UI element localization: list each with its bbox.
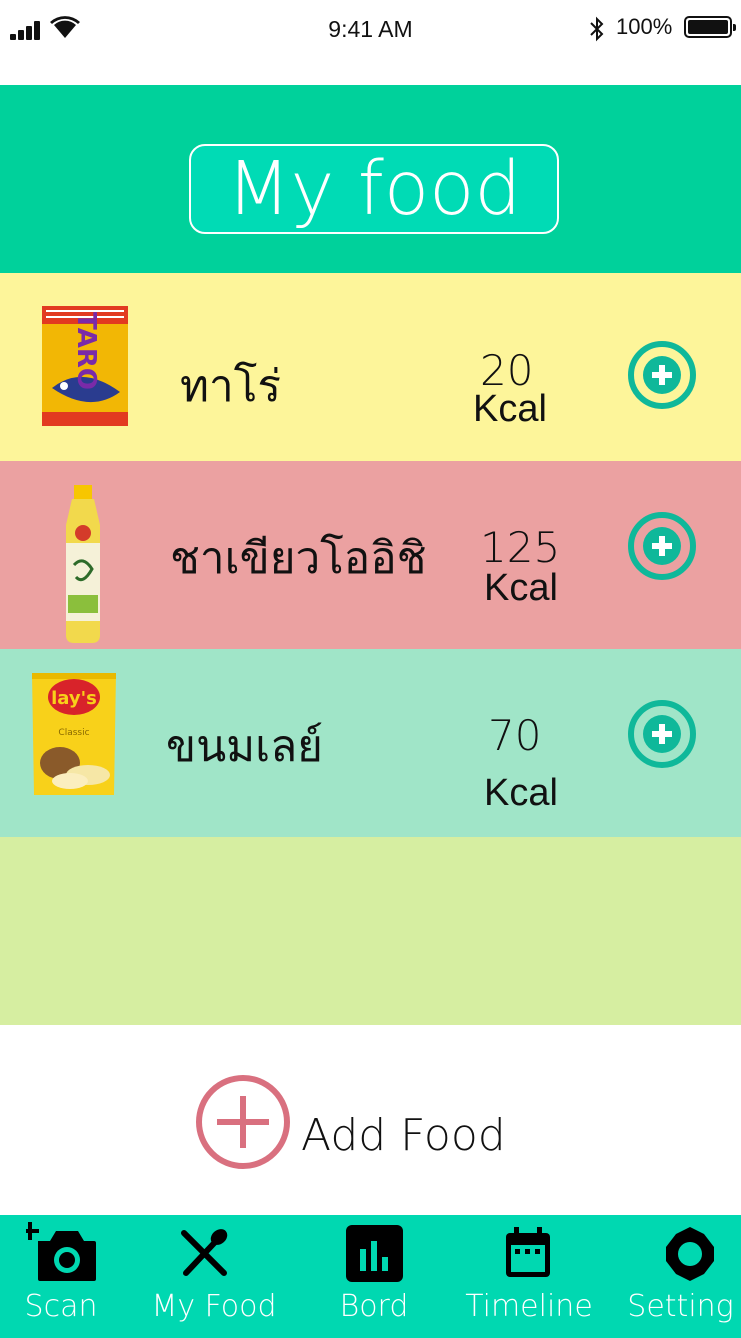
taro-snack-image: TARO — [42, 306, 128, 426]
page-title: My food — [189, 144, 559, 234]
kcal-unit: Kcal — [484, 567, 558, 609]
tab-label: Scan — [24, 1289, 98, 1324]
empty-food-row — [0, 837, 741, 1025]
food-name: ทาโร่ — [180, 361, 281, 412]
tab-label: My Food — [151, 1289, 277, 1324]
food-name: ชาเขียวโออิชิ — [170, 533, 427, 584]
camera-plus-icon — [26, 1222, 96, 1281]
food-row-taro[interactable]: TARO ทาโร่ 20 Kcal — [0, 273, 741, 461]
food-row-lays[interactable]: lay's Classic ขนมเลย์ 70 Kcal — [0, 649, 741, 837]
svg-text:TARO: TARO — [71, 312, 101, 390]
tab-label: Setting — [627, 1289, 734, 1324]
add-to-log-button[interactable] — [627, 340, 697, 410]
add-to-log-button[interactable] — [627, 511, 697, 581]
add-to-log-button[interactable] — [627, 699, 697, 769]
food-name: ขนมเลย์ — [166, 721, 323, 772]
battery-percent: 100% — [616, 14, 673, 39]
kcal-value: 125 — [480, 523, 561, 572]
lays-chips-image: lay's Classic — [32, 673, 116, 795]
tab-timeline[interactable]: Timeline — [458, 1215, 600, 1338]
svg-text:lay's: lay's — [51, 688, 97, 709]
kcal-unit: Kcal — [473, 388, 547, 430]
gear-icon — [666, 1227, 714, 1281]
oishi-green-tea-image — [66, 485, 100, 643]
plus-circle-icon[interactable] — [195, 1074, 291, 1170]
header: My food — [0, 85, 741, 273]
tab-bord[interactable]: Bord — [322, 1215, 426, 1338]
status-bar: 9:41 AM 100% — [0, 0, 741, 60]
add-food-button[interactable]: Add Food — [301, 1110, 506, 1161]
tab-setting[interactable]: Setting — [620, 1215, 741, 1338]
fork-spoon-icon — [181, 1229, 228, 1276]
battery-icon — [684, 16, 736, 38]
tab-label: Timeline — [465, 1289, 593, 1324]
kcal-unit: Kcal — [484, 772, 558, 814]
tab-scan[interactable]: Scan — [0, 1215, 122, 1338]
tab-bar: Scan My Food Bord Timeline Setting — [0, 1215, 741, 1338]
bar-chart-icon — [346, 1225, 403, 1282]
bluetooth-icon — [590, 16, 604, 42]
kcal-value: 70 — [488, 711, 542, 760]
svg-text:Classic: Classic — [58, 728, 89, 738]
calendar-icon — [506, 1227, 550, 1277]
tab-label: Bord — [339, 1289, 409, 1324]
tab-my-food[interactable]: My Food — [138, 1215, 290, 1338]
food-row-oishi[interactable]: ชาเขียวโออิชิ 125 Kcal — [0, 461, 741, 649]
